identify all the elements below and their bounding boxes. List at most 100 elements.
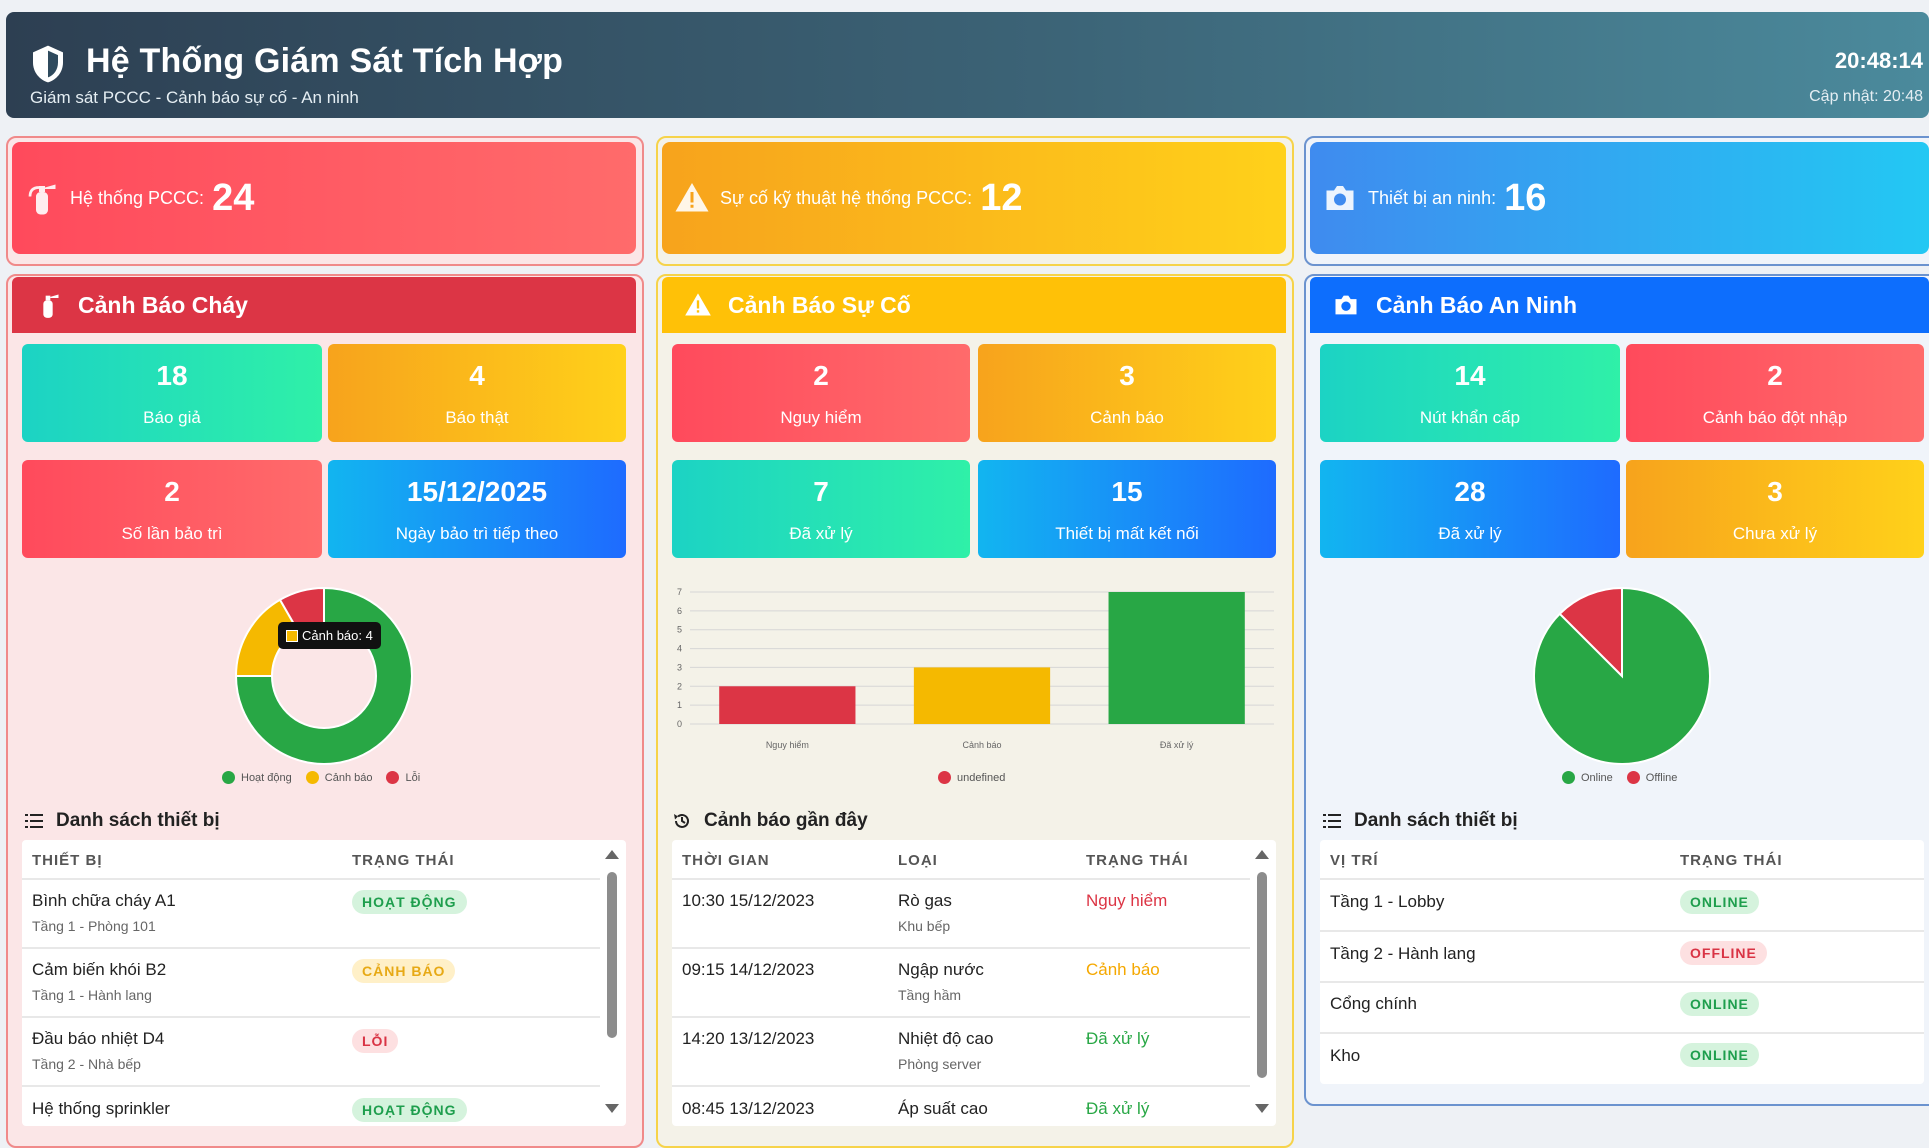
alert-type: Rò gas xyxy=(898,891,952,910)
chart-tooltip: Cảnh báo: 4 xyxy=(278,622,381,649)
divider xyxy=(22,1085,600,1087)
stat-da-xu-ly[interactable]: 7 Đã xử lý xyxy=(672,460,970,558)
stat-canh-bao[interactable]: 3 Cảnh báo xyxy=(978,344,1276,442)
stat-value: 3 xyxy=(1767,476,1783,507)
device-location: Tầng 1 - Hành lang xyxy=(32,987,152,1003)
tooltip-text: Cảnh báo: 4 xyxy=(302,628,373,643)
divider xyxy=(1320,878,1924,880)
summary-card-incident[interactable]: Sự cố kỹ thuật hệ thống PCCC: 12 xyxy=(662,142,1286,254)
incident-bar-chart: 0 1 2 3 4 5 6 7 Nguy hiểm Cảnh báo Đã xử lý xyxy=(677,587,1274,750)
status-badge: LỖI xyxy=(352,1029,399,1053)
stat-bao-gia[interactable]: 18 Báo giả xyxy=(22,344,322,442)
x-tick-label: Đã xử lý xyxy=(1160,740,1194,750)
alert-time: 14:20 13/12/2023 xyxy=(682,1029,815,1048)
legend-item: Lỗi xyxy=(405,771,421,784)
alert-time: 10:30 15/12/2023 xyxy=(682,891,815,910)
bar-cảnh-báo[interactable] xyxy=(913,667,1051,724)
column-header: LOẠI xyxy=(898,852,938,869)
column-header: TRẠNG THÁI xyxy=(1086,852,1189,869)
stat-value: 4 xyxy=(469,360,485,391)
device-name: Cảm biến khói B2 xyxy=(32,960,167,979)
column-header: TRẠNG THÁI xyxy=(1680,852,1783,869)
y-tick-label: 4 xyxy=(677,644,682,654)
divider xyxy=(22,1016,600,1018)
x-tick-label: Cảnh báo xyxy=(962,740,1001,750)
stat-nut-khan-cap[interactable]: 14 Nút khẩn cấp xyxy=(1320,344,1620,442)
status-badge: ONLINE xyxy=(1680,1043,1759,1067)
stat-bao-that[interactable]: 4 Báo thật xyxy=(328,344,626,442)
stat-nguy-hiem[interactable]: 2 Nguy hiểm xyxy=(672,344,970,442)
stat-ngay-bao-tri[interactable]: 15/12/2025 Ngày bảo trì tiếp theo xyxy=(328,460,626,558)
stat-value: 15/12/2025 xyxy=(406,476,548,507)
x-tick-label: Nguy hiểm xyxy=(766,740,809,750)
alert-type: Ngập nước xyxy=(898,960,984,979)
column-header: THIẾT BỊ xyxy=(32,852,103,869)
device-location: Tầng 1 - Lobby xyxy=(1330,892,1445,911)
legend-item: Online xyxy=(1581,771,1613,784)
stat-value: 2 xyxy=(1767,360,1783,391)
scroll-down-arrow[interactable] xyxy=(1255,1104,1269,1113)
list-title-text: Danh sách thiết bị xyxy=(1354,810,1518,831)
stat-dot-nhap[interactable]: 2 Cảnh báo đột nhập xyxy=(1626,344,1924,442)
legend-swatch xyxy=(222,771,235,784)
divider xyxy=(1320,930,1924,932)
device-name: Đầu báo nhiệt D4 xyxy=(32,1029,165,1048)
alert-time: 08:45 13/12/2023 xyxy=(682,1099,815,1118)
stat-value: 2 xyxy=(164,476,180,507)
incident-panel-title: Cảnh Báo Sự Cố xyxy=(728,291,911,318)
alert-location: Tầng hầm xyxy=(898,987,962,1003)
y-tick-label: 7 xyxy=(677,587,682,597)
status-badge: HOẠT ĐỘNG xyxy=(352,890,467,914)
summary-label: Sự cố kỹ thuật hệ thống PCCC: xyxy=(720,187,973,208)
incident-panel-header: Cảnh Báo Sự Cố xyxy=(662,277,1286,333)
stat-value: 2 xyxy=(813,360,829,391)
bar-nguy-hiểm[interactable] xyxy=(719,686,856,724)
alert-status: Đã xử lý xyxy=(1086,1029,1150,1048)
summary-card-security[interactable]: Thiết bị an ninh: 16 xyxy=(1310,142,1929,254)
stat-so-lan-bao-tri[interactable]: 2 Số lần bảo trì xyxy=(22,460,322,558)
list-icon xyxy=(25,814,43,828)
divider xyxy=(22,878,600,880)
alert-time: 09:15 14/12/2023 xyxy=(682,960,815,979)
warning-triangle-icon xyxy=(685,293,711,316)
device-location: Tầng 2 - Hành lang xyxy=(1330,944,1476,963)
alert-status: Cảnh báo xyxy=(1086,960,1160,979)
stat-value: 3 xyxy=(1119,360,1135,391)
warning-triangle-icon xyxy=(675,183,709,212)
stat-label: Nguy hiểm xyxy=(780,408,862,427)
scrollbar[interactable] xyxy=(1254,840,1270,1126)
y-tick-label: 0 xyxy=(677,719,682,729)
security-panel-title: Cảnh Báo An Ninh xyxy=(1376,291,1578,318)
scroll-up-arrow[interactable] xyxy=(1255,850,1269,859)
stat-value: 14 xyxy=(1454,360,1486,391)
stat-chua-xu-ly[interactable]: 3 Chưa xử lý xyxy=(1626,460,1924,558)
divider xyxy=(672,1085,1250,1087)
stat-label: Số lần bảo trì xyxy=(121,524,223,543)
divider xyxy=(1320,981,1924,983)
summary-card-pccc[interactable]: Hệ thống PCCC: 24 xyxy=(12,142,636,254)
scroll-thumb[interactable] xyxy=(607,872,617,1038)
device-name: Hệ thống sprinkler xyxy=(32,1099,170,1118)
stat-label: Cảnh báo xyxy=(1090,408,1164,427)
security-chart-legend: Online Offline xyxy=(1562,771,1677,784)
bar-đã-xử-lý[interactable] xyxy=(1108,592,1245,724)
camera-icon xyxy=(1335,295,1357,315)
summary-value: 16 xyxy=(1504,176,1547,219)
stat-mat-ket-noi[interactable]: 15 Thiết bị mất kết nối xyxy=(978,460,1276,558)
stat-da-xu-ly[interactable]: 28 Đã xử lý xyxy=(1320,460,1620,558)
scroll-up-arrow[interactable] xyxy=(605,850,619,859)
history-icon xyxy=(674,813,689,828)
incident-list-title: Cảnh báo gần đây xyxy=(672,810,868,832)
status-badge: CẢNH BÁO xyxy=(352,959,456,983)
divider xyxy=(1320,1032,1924,1034)
scroll-thumb[interactable] xyxy=(1257,872,1267,1078)
alert-location: Phòng server xyxy=(898,1056,982,1072)
fire-chart-legend: Hoạt động Cảnh báo Lỗi xyxy=(222,771,420,784)
stat-value: 15 xyxy=(1111,476,1143,507)
scroll-down-arrow[interactable] xyxy=(605,1104,619,1113)
y-tick-label: 6 xyxy=(677,606,682,616)
security-pie-chart xyxy=(1533,586,1711,765)
scrollbar[interactable] xyxy=(604,840,620,1126)
divider xyxy=(672,878,1250,880)
stat-label: Đã xử lý xyxy=(789,524,853,543)
